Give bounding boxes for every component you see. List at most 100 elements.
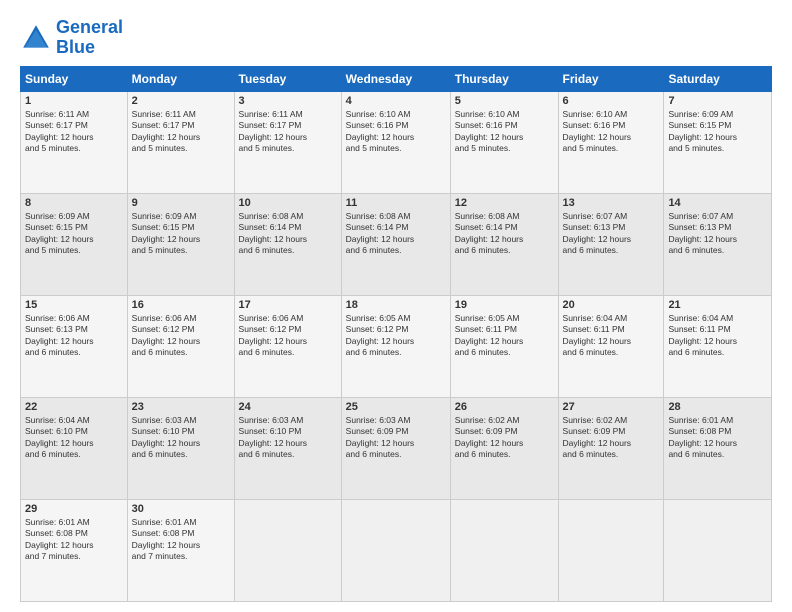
calendar-day: 7 Sunrise: 6:09 AM Sunset: 6:15 PM Daylig… (664, 91, 772, 193)
calendar-day (450, 499, 558, 601)
day-number: 5 (455, 95, 554, 107)
calendar-header-saturday: Saturday (664, 66, 772, 91)
calendar-day: 23Sunrise: 6:03 AM Sunset: 6:10 PM Dayli… (127, 397, 234, 499)
logo: General Blue (20, 18, 123, 58)
calendar-header-thursday: Thursday (450, 66, 558, 91)
header: General Blue (20, 18, 772, 58)
day-number: 21 (668, 299, 767, 311)
day-info: Sunrise: 6:09 AM Sunset: 6:15 PM Dayligh… (668, 109, 767, 155)
calendar-day: 27 Sunrise: 6:02 AM Sunset: 6:09 PM Dayli… (558, 397, 664, 499)
day-info: Sunrise: 6:08 AM Sunset: 6:14 PM Dayligh… (239, 211, 337, 257)
day-info: Sunrise: 6:10 AM Sunset: 6:16 PM Dayligh… (455, 109, 554, 155)
calendar-header-sunday: Sunday (21, 66, 128, 91)
day-number: 22 (25, 401, 123, 413)
day-number: 12 (455, 197, 554, 209)
day-number: 15 (25, 299, 123, 311)
day-info: Sunrise: 6:01 AM Sunset: 6:08 PM Dayligh… (132, 517, 230, 563)
calendar: SundayMondayTuesdayWednesdayThursdayFrid… (20, 66, 772, 602)
day-info: Sunrise: 6:08 AM Sunset: 6:14 PM Dayligh… (346, 211, 446, 257)
day-number: 13 (563, 197, 660, 209)
day-number: 28 (668, 401, 767, 413)
day-number: 11 (346, 197, 446, 209)
day-number: 10 (239, 197, 337, 209)
day-number: 25 (346, 401, 446, 413)
day-number: 29 (25, 503, 123, 515)
day-number: 27 (563, 401, 660, 413)
day-info: Sunrise: 6:04 AM Sunset: 6:11 PM Dayligh… (668, 313, 767, 359)
calendar-day (341, 499, 450, 601)
day-number: 7 (668, 95, 767, 107)
calendar-week-3: 15 Sunrise: 6:06 AM Sunset: 6:13 PM Dayli… (21, 295, 772, 397)
calendar-day: 20 Sunrise: 6:04 AM Sunset: 6:11 PM Dayli… (558, 295, 664, 397)
day-info: Sunrise: 6:07 AM Sunset: 6:13 PM Dayligh… (563, 211, 660, 257)
calendar-day: 17Sunrise: 6:06 AM Sunset: 6:12 PM Dayli… (234, 295, 341, 397)
calendar-day: 12 Sunrise: 6:08 AM Sunset: 6:14 PM Dayli… (450, 193, 558, 295)
calendar-day: 18 Sunrise: 6:05 AM Sunset: 6:12 PM Dayli… (341, 295, 450, 397)
day-info: Sunrise: 6:01 AM Sunset: 6:08 PM Dayligh… (25, 517, 123, 563)
calendar-day: 29 Sunrise: 6:01 AM Sunset: 6:08 PM Dayli… (21, 499, 128, 601)
day-number: 24 (239, 401, 337, 413)
calendar-day: 11 Sunrise: 6:08 AM Sunset: 6:14 PM Dayli… (341, 193, 450, 295)
calendar-week-1: 1 Sunrise: 6:11 AM Sunset: 6:17 PM Daylig… (21, 91, 772, 193)
day-info: Sunrise: 6:06 AM Sunset: 6:13 PM Dayligh… (25, 313, 123, 359)
day-number: 18 (346, 299, 446, 311)
day-number: 20 (563, 299, 660, 311)
day-info: Sunrise: 6:10 AM Sunset: 6:16 PM Dayligh… (563, 109, 660, 155)
day-number: 26 (455, 401, 554, 413)
day-number: 14 (668, 197, 767, 209)
calendar-header-monday: Monday (127, 66, 234, 91)
day-number: 23 (132, 401, 230, 413)
calendar-day: 2 Sunrise: 6:11 AM Sunset: 6:17 PM Daylig… (127, 91, 234, 193)
calendar-day: 21 Sunrise: 6:04 AM Sunset: 6:11 PM Dayli… (664, 295, 772, 397)
day-info: Sunrise: 6:10 AM Sunset: 6:16 PM Dayligh… (346, 109, 446, 155)
day-number: 2 (132, 95, 230, 107)
calendar-day: 5 Sunrise: 6:10 AM Sunset: 6:16 PM Daylig… (450, 91, 558, 193)
calendar-day: 4 Sunrise: 6:10 AM Sunset: 6:16 PM Daylig… (341, 91, 450, 193)
calendar-header-row: SundayMondayTuesdayWednesdayThursdayFrid… (21, 66, 772, 91)
day-number: 16 (132, 299, 230, 311)
day-info: Sunrise: 6:11 AM Sunset: 6:17 PM Dayligh… (239, 109, 337, 155)
calendar-week-4: 22 Sunrise: 6:04 AM Sunset: 6:10 PM Dayli… (21, 397, 772, 499)
calendar-header-wednesday: Wednesday (341, 66, 450, 91)
calendar-day: 19 Sunrise: 6:05 AM Sunset: 6:11 PM Dayli… (450, 295, 558, 397)
day-number: 6 (563, 95, 660, 107)
calendar-day: 24 Sunrise: 6:03 AM Sunset: 6:10 PM Dayli… (234, 397, 341, 499)
day-info: Sunrise: 6:01 AM Sunset: 6:08 PM Dayligh… (668, 415, 767, 461)
day-info: Sunrise: 6:06 AM Sunset: 6:12 PM Dayligh… (132, 313, 230, 359)
day-number: 3 (239, 95, 337, 107)
day-number: 30 (132, 503, 230, 515)
day-info: Sunrise: 6:03 AM Sunset: 6:10 PM Dayligh… (239, 415, 337, 461)
day-number: 17 (239, 299, 337, 311)
calendar-week-5: 29 Sunrise: 6:01 AM Sunset: 6:08 PM Dayli… (21, 499, 772, 601)
day-info: Sunrise: 6:02 AM Sunset: 6:09 PM Dayligh… (563, 415, 660, 461)
calendar-day: 25Sunrise: 6:03 AM Sunset: 6:09 PM Dayli… (341, 397, 450, 499)
day-number: 4 (346, 95, 446, 107)
day-number: 19 (455, 299, 554, 311)
logo-icon (20, 22, 52, 54)
day-info: Sunrise: 6:05 AM Sunset: 6:12 PM Dayligh… (346, 313, 446, 359)
calendar-day: 13 Sunrise: 6:07 AM Sunset: 6:13 PM Dayli… (558, 193, 664, 295)
calendar-day: 16 Sunrise: 6:06 AM Sunset: 6:12 PM Dayli… (127, 295, 234, 397)
day-info: Sunrise: 6:02 AM Sunset: 6:09 PM Dayligh… (455, 415, 554, 461)
day-info: Sunrise: 6:09 AM Sunset: 6:15 PM Dayligh… (132, 211, 230, 257)
day-info: Sunrise: 6:04 AM Sunset: 6:10 PM Dayligh… (25, 415, 123, 461)
day-number: 1 (25, 95, 123, 107)
day-info: Sunrise: 6:11 AM Sunset: 6:17 PM Dayligh… (25, 109, 123, 155)
calendar-day: 30 Sunrise: 6:01 AM Sunset: 6:08 PM Dayli… (127, 499, 234, 601)
logo-text: General Blue (56, 18, 123, 58)
calendar-day: 26 Sunrise: 6:02 AM Sunset: 6:09 PM Dayli… (450, 397, 558, 499)
calendar-day: 6 Sunrise: 6:10 AM Sunset: 6:16 PM Daylig… (558, 91, 664, 193)
calendar-day: 15 Sunrise: 6:06 AM Sunset: 6:13 PM Dayli… (21, 295, 128, 397)
calendar-day (664, 499, 772, 601)
calendar-header-friday: Friday (558, 66, 664, 91)
calendar-day (558, 499, 664, 601)
day-info: Sunrise: 6:11 AM Sunset: 6:17 PM Dayligh… (132, 109, 230, 155)
calendar-day: 3 Sunrise: 6:11 AM Sunset: 6:17 PM Daylig… (234, 91, 341, 193)
day-info: Sunrise: 6:08 AM Sunset: 6:14 PM Dayligh… (455, 211, 554, 257)
calendar-header-tuesday: Tuesday (234, 66, 341, 91)
day-info: Sunrise: 6:05 AM Sunset: 6:11 PM Dayligh… (455, 313, 554, 359)
day-info: Sunrise: 6:04 AM Sunset: 6:11 PM Dayligh… (563, 313, 660, 359)
calendar-day: 28 Sunrise: 6:01 AM Sunset: 6:08 PM Dayli… (664, 397, 772, 499)
calendar-day: 22 Sunrise: 6:04 AM Sunset: 6:10 PM Dayli… (21, 397, 128, 499)
day-info: Sunrise: 6:07 AM Sunset: 6:13 PM Dayligh… (668, 211, 767, 257)
